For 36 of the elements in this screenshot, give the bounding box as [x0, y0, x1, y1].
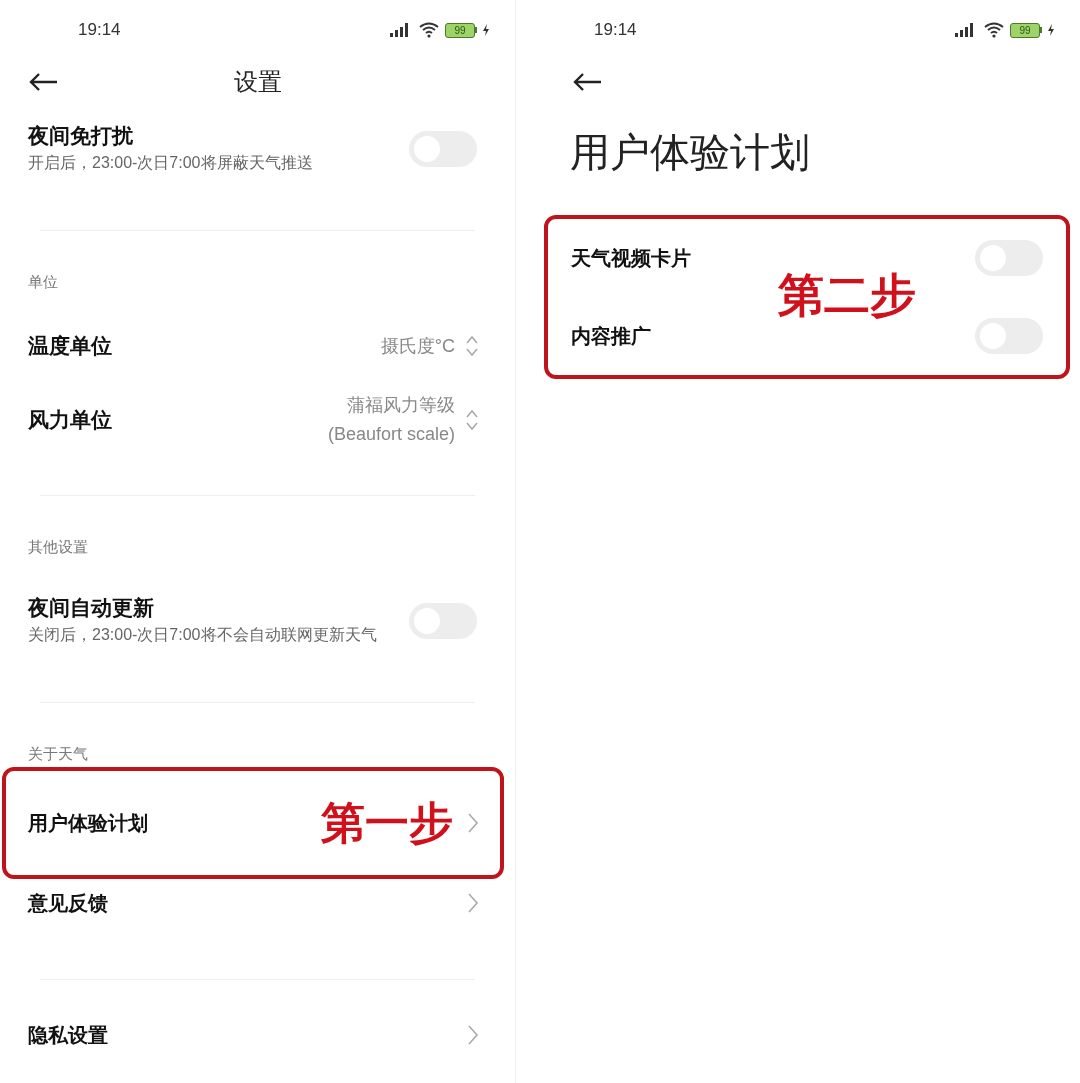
chevron-right-icon — [467, 892, 479, 914]
section-label: 单位 — [28, 271, 58, 292]
back-icon[interactable] — [28, 72, 58, 92]
status-time: 19:14 — [594, 19, 637, 42]
setting-row[interactable]: 风力单位 蒲福风力等级 (Beaufort scale) — [0, 381, 515, 459]
status-time: 19:14 — [78, 19, 121, 42]
wifi-icon — [419, 22, 439, 38]
step-label: 第二步 — [778, 268, 916, 323]
wifi-icon — [984, 22, 1004, 38]
up-down-chevron-icon — [465, 408, 479, 432]
setting-title: 天气视频卡片 — [571, 246, 691, 271]
setting-title: 夜间自动更新 — [28, 595, 155, 621]
setting-title: 夜间免打扰 — [28, 123, 134, 149]
chevron-right-icon — [467, 1024, 479, 1046]
setting-value: 摄氏度°C — [380, 334, 455, 358]
setting-value: 蒲福风力等级 — [347, 394, 455, 417]
setting-value: (Beaufort scale) — [327, 423, 455, 446]
section-label: 关于天气 — [28, 743, 88, 764]
setting-title[interactable]: 意见反馈 — [28, 888, 108, 918]
up-down-chevron-icon — [465, 334, 479, 358]
setting-title[interactable]: 隐私设置 — [28, 1020, 108, 1050]
step-label: 第一步 — [321, 797, 453, 849]
charging-icon — [483, 24, 489, 36]
setting-description: 开启后，23:00-次日7:00将屏蔽天气推送 — [28, 153, 314, 173]
page-title: 用户体验计划 — [570, 129, 810, 176]
charging-icon — [1048, 24, 1054, 36]
setting-description: 关闭后，23:00-次日7:00将不会自动联网更新天气 — [28, 625, 378, 645]
page-title: 设置 — [233, 67, 282, 97]
section-label: 其他设置 — [28, 536, 88, 557]
setting-title[interactable]: 用户体验计划 — [28, 808, 148, 838]
battery-icon: 99 — [445, 22, 477, 38]
setting-title: 内容推广 — [571, 324, 651, 349]
chevron-right-icon — [467, 812, 479, 834]
back-icon[interactable] — [572, 72, 602, 92]
setting-row[interactable]: 温度单位 摄氏度°C — [0, 311, 515, 381]
battery-icon: 99 — [1010, 22, 1042, 38]
